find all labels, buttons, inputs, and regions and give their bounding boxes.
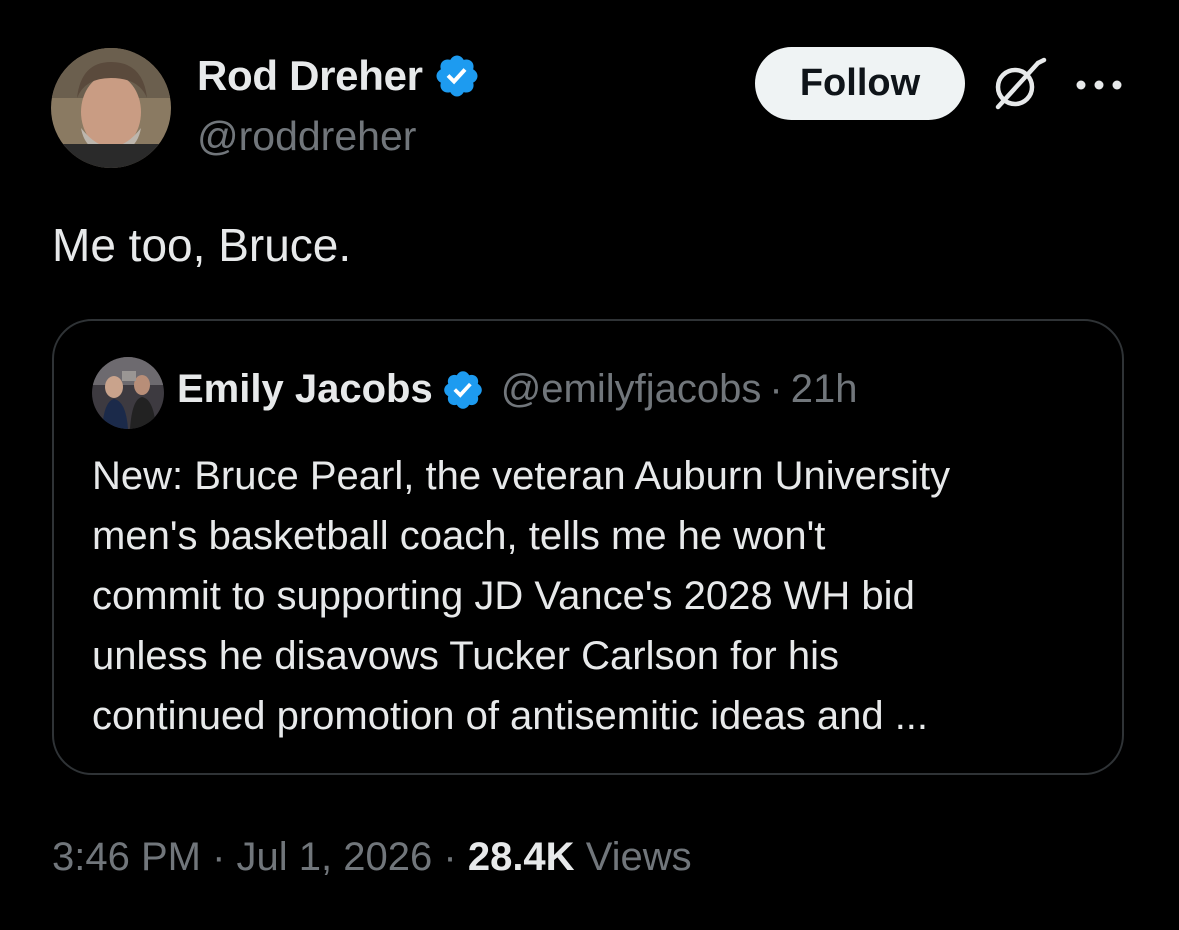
tweet-time[interactable]: 3:46 PM — [52, 835, 201, 879]
quoted-text-line: men's basketball coach, tells me he won'… — [92, 514, 826, 558]
grok-icon[interactable] — [988, 57, 1048, 112]
verified-badge-icon — [443, 370, 482, 409]
author-name[interactable]: Rod Dreher — [197, 52, 423, 100]
quoted-text-line: New: Bruce Pearl, the veteran Auburn Uni… — [92, 454, 951, 498]
views-count[interactable]: 28.4K — [468, 835, 575, 879]
tweet-metadata: 3:46 PM · Jul 1, 2026 · 28.4K Views — [52, 835, 692, 880]
tweet-text: Me too, Bruce. — [52, 219, 352, 271]
verified-badge-icon — [436, 55, 478, 97]
follow-button[interactable]: Follow — [755, 47, 965, 120]
separator-dot: · — [212, 835, 226, 879]
quoted-tweet-text: New: Bruce Pearl, the veteran Auburn Uni… — [92, 446, 1102, 746]
quoted-author-handle[interactable]: @emilyfjacobs — [501, 367, 762, 412]
quoted-tweet-card[interactable]: Emily Jacobs @emilyfjacobs · 21h New: Br… — [52, 319, 1124, 775]
quoted-text-line: continued promotion of antisemitic ideas… — [92, 694, 929, 738]
tweet-date[interactable]: Jul 1, 2026 — [237, 835, 433, 879]
quoted-author-avatar[interactable] — [92, 357, 164, 429]
author-avatar[interactable] — [51, 48, 171, 168]
author-handle[interactable]: @roddreher — [197, 113, 416, 160]
more-icon[interactable] — [1073, 70, 1125, 100]
author-name-row[interactable]: Rod Dreher — [197, 52, 481, 100]
quoted-timestamp[interactable]: 21h — [791, 367, 858, 412]
quoted-text-line: unless he disavows Tucker Carlson for hi… — [92, 634, 839, 678]
separator-dot: · — [769, 367, 783, 411]
separator-dot: · — [443, 835, 457, 879]
quoted-author-name[interactable]: Emily Jacobs — [177, 367, 433, 412]
quoted-header: Emily Jacobs @emilyfjacobs · 21h — [177, 367, 857, 412]
views-label: Views — [585, 835, 692, 879]
quoted-text-line: commit to supporting JD Vance's 2028 WH … — [92, 574, 915, 618]
